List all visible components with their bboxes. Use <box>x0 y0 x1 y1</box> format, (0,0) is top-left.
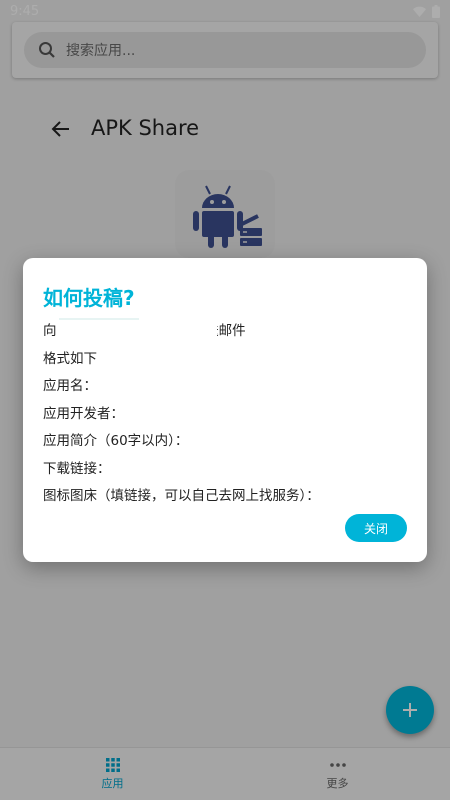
redaction-block <box>57 321 217 343</box>
dialog-line-app-name: 应用名： <box>43 378 97 394</box>
dialog-body: 向 送邮件 格式如下 应用名： 应用开发者： 应用简介（60字以内）： 下载链接… <box>43 318 407 511</box>
email-prefix: 向 <box>43 323 57 339</box>
dialog-line-icon-host: 图标图床（填链接，可以自己去网上找服务）： <box>43 488 320 504</box>
redaction-line <box>59 318 139 320</box>
dialog-line-format: 格式如下 <box>43 350 97 367</box>
dialog-line-description: 应用简介（60字以内）： <box>43 433 189 449</box>
dialog-line-email: 向 送邮件 <box>43 318 407 346</box>
dialog-title: 如何投稿? <box>43 286 135 310</box>
dialog-line-developer: 应用开发者： <box>43 405 124 422</box>
close-button[interactable]: 关闭 <box>345 514 407 542</box>
submission-dialog: 如何投稿? 向 送邮件 格式如下 应用名： 应用开发者： 应用简介（60字以内）… <box>23 258 427 562</box>
dialog-line-download-link: 下载链接： <box>43 460 111 477</box>
